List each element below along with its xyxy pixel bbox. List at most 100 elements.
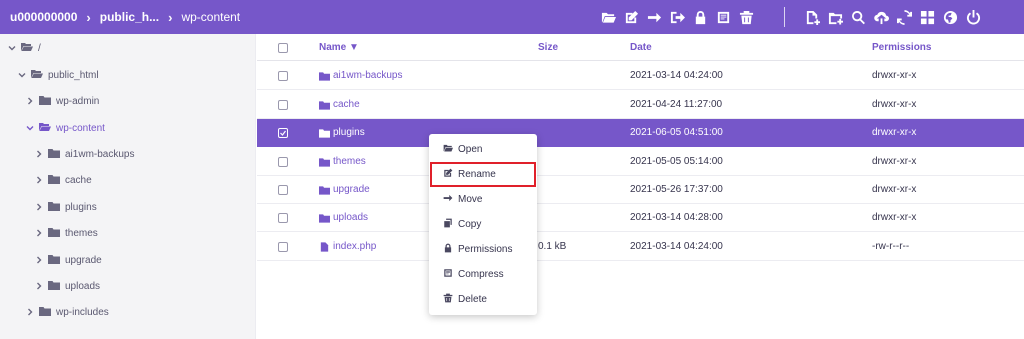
breadcrumb: u000000000 › public_h... › wp-content (10, 0, 240, 34)
grid-icon[interactable] (918, 8, 936, 26)
folder-open-icon (443, 143, 453, 156)
file-date: 2021-05-26 17:37:00 (630, 184, 723, 195)
edit-icon[interactable] (622, 8, 640, 26)
arrow-right-icon[interactable] (645, 8, 663, 26)
folder-icon (48, 148, 60, 161)
column-header-size[interactable]: Size (538, 34, 558, 61)
folder-tree-sidebar: / public_html wp-admin wp-content ai1wm-… (0, 34, 256, 339)
file-permissions: drwxr-xr-x (872, 70, 917, 81)
tree-item-public-html[interactable]: public_html (18, 65, 99, 85)
context-menu-compress[interactable]: Compress (429, 262, 537, 287)
folder-icon (319, 157, 330, 167)
archive-icon[interactable] (714, 8, 732, 26)
file-name[interactable]: themes (333, 148, 366, 176)
chevron-right-icon[interactable] (26, 97, 34, 105)
file-name[interactable]: plugins (333, 119, 365, 147)
upload-cloud-icon[interactable] (872, 8, 890, 26)
column-header-date[interactable]: Date (630, 34, 652, 61)
table-row[interactable]: ai1wm-backups 2021-03-14 04:24:00 drwxr-… (257, 62, 1024, 90)
file-permissions: -rw-r--r-- (872, 241, 910, 252)
folder-icon (319, 185, 330, 195)
sign-out-icon[interactable] (668, 8, 686, 26)
tree-item-uploads[interactable]: uploads (35, 276, 100, 296)
tree-item-themes[interactable]: themes (35, 223, 98, 243)
toolbar-right (803, 0, 982, 34)
file-icon (319, 242, 330, 252)
search-icon[interactable] (849, 8, 867, 26)
tree-item-label: upgrade (65, 254, 102, 266)
chevron-down-icon[interactable] (26, 124, 34, 132)
row-checkbox[interactable] (278, 157, 288, 167)
trash-icon[interactable] (737, 8, 755, 26)
lock-icon[interactable] (691, 8, 709, 26)
breadcrumb-public-html[interactable]: public_h... (100, 10, 159, 24)
folder-icon (319, 71, 330, 81)
new-file-icon[interactable] (803, 8, 821, 26)
copy-icon (443, 218, 453, 231)
tree-item-label: themes (65, 227, 98, 239)
column-header-permissions[interactable]: Permissions (872, 34, 931, 61)
table-row[interactable]: cache 2021-04-24 11:27:00 drwxr-xr-x (257, 91, 1024, 119)
chevron-right-icon[interactable] (35, 282, 43, 290)
row-checkbox-checked[interactable] (278, 128, 288, 138)
context-menu-open[interactable]: Open (429, 137, 537, 162)
table-row-selected[interactable]: plugins 2021-06-05 04:51:00 drwxr-xr-x (257, 119, 1024, 147)
file-name[interactable]: uploads (333, 204, 368, 232)
chevron-right-icon[interactable] (26, 308, 34, 316)
row-checkbox[interactable] (278, 100, 288, 110)
tree-item-upgrade[interactable]: upgrade (35, 250, 102, 270)
chevron-down-icon[interactable] (18, 71, 26, 79)
menu-item-label: Compress (458, 269, 504, 280)
folder-open-icon (21, 42, 33, 55)
refresh-icon[interactable] (895, 8, 913, 26)
table-row[interactable]: uploads 2021-03-14 04:28:00 drwxr-xr-x (257, 204, 1024, 232)
row-checkbox[interactable] (278, 213, 288, 223)
row-checkbox[interactable] (278, 185, 288, 195)
row-checkbox[interactable] (278, 71, 288, 81)
tree-item-wp-includes[interactable]: wp-includes (26, 302, 109, 322)
globe-icon[interactable] (941, 8, 959, 26)
file-name[interactable]: index.php (333, 233, 376, 261)
folder-open-icon[interactable] (599, 8, 617, 26)
lock-icon (443, 243, 453, 256)
context-menu-move[interactable]: Move (429, 187, 537, 212)
tree-item-label: ai1wm-backups (65, 148, 135, 160)
column-header-name[interactable]: Name ▼ (319, 34, 359, 61)
context-menu-rename[interactable]: Rename (430, 162, 536, 187)
breadcrumb-wp-content[interactable]: wp-content (181, 10, 240, 24)
folder-icon (319, 213, 330, 223)
context-menu-copy[interactable]: Copy (429, 212, 537, 237)
folder-icon (48, 227, 60, 240)
edit-icon (443, 168, 453, 181)
file-name[interactable]: ai1wm-backups (333, 62, 402, 90)
select-all-checkbox[interactable] (278, 43, 288, 53)
tree-item-cache[interactable]: cache (35, 170, 92, 190)
table-row[interactable]: themes 2021-05-05 05:14:00 drwxr-xr-x (257, 148, 1024, 176)
chevron-right-icon[interactable] (35, 150, 43, 158)
chevron-right-icon[interactable] (35, 176, 43, 184)
power-icon[interactable] (964, 8, 982, 26)
chevron-right-icon[interactable] (35, 256, 43, 264)
file-name[interactable]: upgrade (333, 176, 370, 204)
breadcrumb-account[interactable]: u000000000 (10, 10, 77, 24)
chevron-right-icon[interactable] (35, 229, 43, 237)
tree-item-ai1wm-backups[interactable]: ai1wm-backups (35, 144, 134, 164)
table-row[interactable]: upgrade 2021-05-26 17:37:00 drwxr-xr-x (257, 176, 1024, 204)
file-date: 2021-03-14 04:24:00 (630, 241, 723, 252)
chevron-right-icon[interactable] (35, 203, 43, 211)
toolbar-left (599, 0, 755, 34)
tree-item-plugins[interactable]: plugins (35, 197, 97, 217)
chevron-down-icon[interactable] (8, 44, 16, 52)
tree-item-wp-admin[interactable]: wp-admin (26, 91, 99, 111)
table-row[interactable]: index.php 0.1 kB 2021-03-14 04:24:00 -rw… (257, 233, 1024, 261)
menu-item-label: Copy (458, 219, 482, 230)
folder-icon (39, 95, 51, 108)
new-folder-icon[interactable] (826, 8, 844, 26)
file-name[interactable]: cache (333, 91, 360, 119)
toolbar-divider (784, 7, 785, 27)
tree-item-root[interactable]: / (8, 38, 41, 58)
context-menu-permissions[interactable]: Permissions (429, 237, 537, 262)
row-checkbox[interactable] (278, 242, 288, 252)
tree-item-wp-content[interactable]: wp-content (26, 118, 105, 138)
context-menu-delete[interactable]: Delete (429, 287, 537, 312)
